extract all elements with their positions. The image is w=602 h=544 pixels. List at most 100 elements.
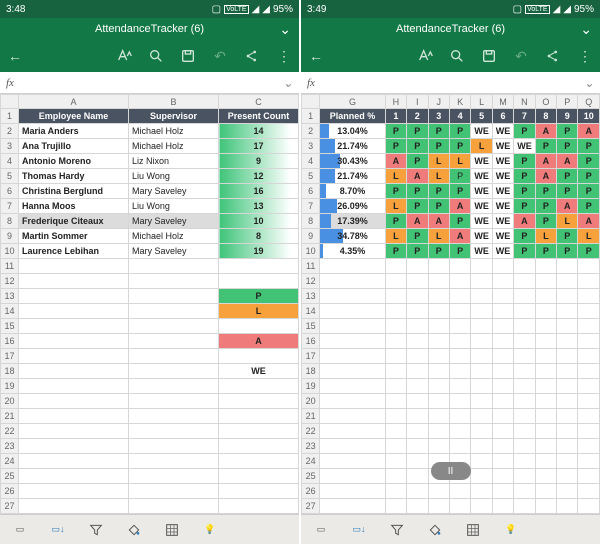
header-cell[interactable]: 14 — [302, 304, 320, 319]
cell[interactable]: 26.09% — [320, 199, 385, 214]
cell[interactable]: A — [449, 229, 470, 244]
cell[interactable] — [492, 289, 513, 304]
cell[interactable] — [19, 334, 129, 349]
cell[interactable] — [514, 499, 535, 514]
cell[interactable] — [407, 424, 428, 439]
cell[interactable] — [557, 364, 578, 379]
cell[interactable]: L — [385, 169, 406, 184]
header-cell[interactable]: N — [514, 95, 535, 109]
cell[interactable] — [428, 259, 449, 274]
cell[interactable] — [449, 379, 470, 394]
cell[interactable]: P — [449, 244, 470, 259]
cell[interactable]: P — [428, 199, 449, 214]
cell[interactable] — [492, 499, 513, 514]
cell[interactable] — [320, 364, 385, 379]
cell[interactable]: P — [535, 244, 556, 259]
cell[interactable] — [449, 274, 470, 289]
cell[interactable] — [320, 274, 385, 289]
cell[interactable] — [578, 424, 600, 439]
header-cell[interactable]: 24 — [1, 454, 19, 469]
cell[interactable] — [428, 499, 449, 514]
cell[interactable] — [557, 409, 578, 424]
cell[interactable] — [557, 289, 578, 304]
cell[interactable] — [320, 424, 385, 439]
cell[interactable] — [514, 334, 535, 349]
cell[interactable] — [219, 469, 299, 484]
header-cell[interactable]: 26 — [302, 484, 320, 499]
cell[interactable] — [449, 319, 470, 334]
cell[interactable]: P — [514, 124, 535, 139]
cell[interactable] — [385, 514, 406, 515]
cell[interactable]: A — [535, 169, 556, 184]
cell[interactable]: P — [449, 139, 470, 154]
cell[interactable] — [492, 409, 513, 424]
cell[interactable] — [320, 499, 385, 514]
cell[interactable]: P — [557, 184, 578, 199]
cell[interactable]: P — [385, 139, 406, 154]
cell[interactable]: WE — [471, 229, 492, 244]
cell[interactable]: P — [535, 184, 556, 199]
cell[interactable] — [492, 349, 513, 364]
cell[interactable] — [407, 469, 428, 484]
cell[interactable] — [385, 319, 406, 334]
cell[interactable] — [19, 514, 129, 515]
cell[interactable]: 21.74% — [320, 139, 385, 154]
cell[interactable] — [407, 319, 428, 334]
cell[interactable]: Laurence Lebihan — [19, 244, 129, 259]
cell[interactable] — [320, 319, 385, 334]
sheets-icon[interactable]: ▭ — [311, 520, 331, 540]
cell[interactable] — [428, 484, 449, 499]
cell[interactable] — [492, 484, 513, 499]
cell[interactable] — [19, 409, 129, 424]
cell[interactable] — [471, 259, 492, 274]
cell[interactable] — [578, 379, 600, 394]
cell[interactable] — [449, 259, 470, 274]
cell[interactable] — [407, 454, 428, 469]
cell[interactable] — [19, 394, 129, 409]
cell[interactable] — [428, 514, 449, 515]
cell[interactable] — [535, 364, 556, 379]
header-cell[interactable]: 1 — [1, 109, 19, 124]
cell[interactable]: P — [385, 124, 406, 139]
spreadsheet-grid[interactable]: GHIJKLMNOPQ1Planned %12345678910213.04%P… — [301, 94, 600, 514]
header-cell[interactable] — [1, 95, 19, 109]
filter-icon[interactable] — [86, 520, 106, 540]
cell[interactable] — [407, 259, 428, 274]
cell[interactable] — [535, 484, 556, 499]
cell[interactable] — [557, 319, 578, 334]
cell[interactable]: P — [407, 244, 428, 259]
cell[interactable] — [428, 304, 449, 319]
cell[interactable]: WE — [471, 169, 492, 184]
header-cell[interactable]: 27 — [302, 499, 320, 514]
cell[interactable] — [219, 259, 299, 274]
cell[interactable] — [19, 454, 129, 469]
cell[interactable] — [449, 439, 470, 454]
cell[interactable] — [320, 439, 385, 454]
cell[interactable] — [129, 379, 219, 394]
cell[interactable]: P — [407, 124, 428, 139]
header-cell[interactable]: G — [320, 95, 385, 109]
header-cell[interactable]: O — [535, 95, 556, 109]
header-cell[interactable]: 23 — [1, 439, 19, 454]
cell[interactable] — [407, 484, 428, 499]
chevron-down-icon[interactable]: ⌄ — [283, 76, 293, 90]
cell[interactable] — [129, 454, 219, 469]
cell[interactable] — [514, 274, 535, 289]
cell[interactable]: WE — [514, 139, 535, 154]
sort-icon[interactable]: ▭↓ — [48, 520, 68, 540]
cell[interactable] — [129, 514, 219, 515]
cell[interactable] — [19, 424, 129, 439]
cell[interactable]: 12 — [219, 169, 299, 184]
cell[interactable] — [385, 334, 406, 349]
cell[interactable] — [129, 274, 219, 289]
cell[interactable] — [385, 289, 406, 304]
cell[interactable]: P — [578, 199, 600, 214]
cell[interactable] — [19, 499, 129, 514]
cell[interactable] — [578, 514, 600, 515]
header-cell[interactable]: 20 — [1, 394, 19, 409]
cell[interactable] — [320, 349, 385, 364]
cell[interactable] — [407, 304, 428, 319]
header-cell[interactable]: 24 — [302, 454, 320, 469]
cell[interactable] — [535, 394, 556, 409]
cell[interactable] — [557, 499, 578, 514]
